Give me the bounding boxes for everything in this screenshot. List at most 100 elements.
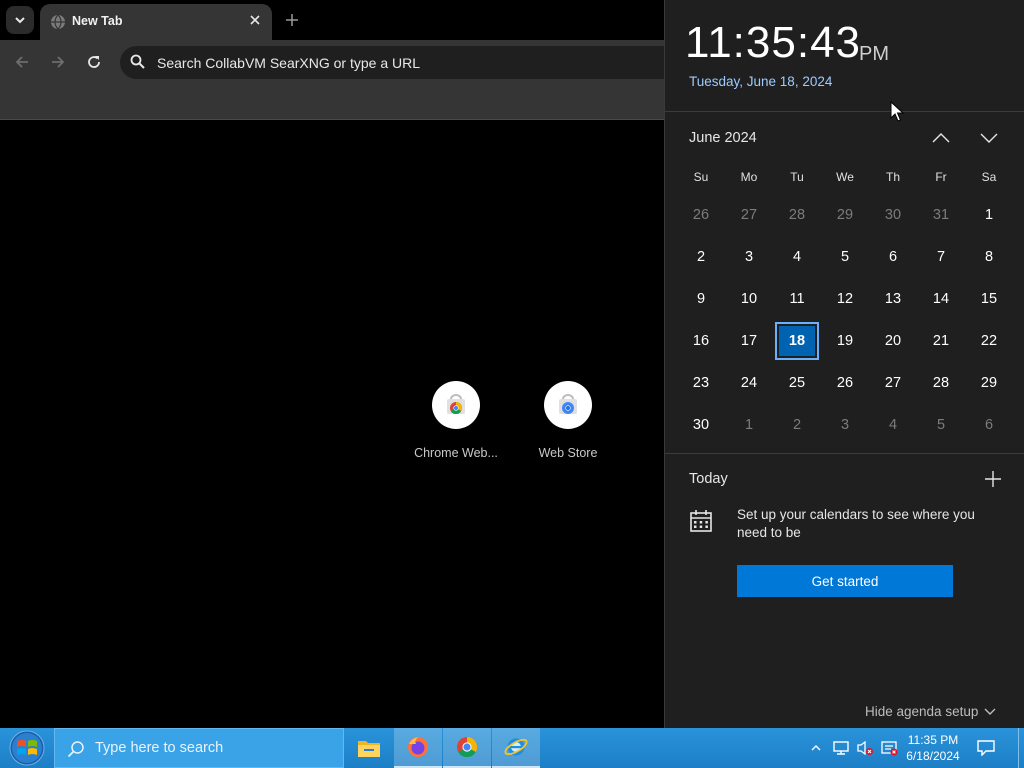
calendar-day[interactable]: 7 — [917, 236, 965, 278]
reload-icon — [88, 56, 100, 68]
calendar-day-today[interactable]: 18 — [773, 320, 821, 362]
calendar-day[interactable]: 2 — [773, 404, 821, 446]
calendar-day[interactable]: 6 — [869, 236, 917, 278]
notification-icon — [977, 740, 995, 756]
calendar-day-number: 28 — [788, 207, 806, 223]
firefox-icon — [408, 737, 428, 757]
agenda-title: Today — [689, 471, 728, 487]
tab-search-button[interactable] — [6, 6, 34, 34]
calendar-day[interactable]: 21 — [917, 320, 965, 362]
address-bar-placeholder: Search CollabVM SearXNG or type a URL — [157, 55, 420, 71]
new-tab-button[interactable] — [282, 10, 302, 30]
calendar-day[interactable]: 1 — [725, 404, 773, 446]
bookmark-bar — [0, 84, 664, 120]
taskbar-chrome[interactable] — [443, 728, 491, 768]
calendar-day[interactable]: 5 — [821, 236, 869, 278]
calendar-day-number: 27 — [740, 207, 758, 223]
chrome-web-store-icon — [447, 394, 465, 415]
calendar-day-number: 19 — [836, 333, 854, 349]
calendar-day[interactable]: 31 — [917, 194, 965, 236]
start-button[interactable] — [0, 728, 54, 768]
tray-overflow-icon — [811, 745, 821, 751]
calendar-day[interactable]: 2 — [677, 236, 725, 278]
tray-network[interactable] — [830, 728, 852, 768]
calendar-day[interactable]: 11 — [773, 278, 821, 320]
back-button[interactable] — [10, 50, 34, 74]
calendar-day[interactable]: 16 — [677, 320, 725, 362]
clock-ampm: PM — [859, 43, 889, 65]
address-bar[interactable]: Search CollabVM SearXNG or type a URL — [120, 46, 680, 79]
mouse-cursor-icon — [890, 101, 904, 122]
calendar-day[interactable]: 29 — [821, 194, 869, 236]
calendar-day-number: 21 — [932, 333, 950, 349]
calendar-day-number: 1 — [984, 207, 994, 223]
reload-button[interactable] — [82, 50, 106, 74]
taskbar-firefox[interactable] — [394, 728, 442, 768]
month-label[interactable]: June 2024 — [689, 130, 757, 146]
calendar-day[interactable]: 3 — [725, 236, 773, 278]
clock-date-link[interactable]: Tuesday, June 18, 2024 — [689, 74, 832, 89]
calendar-day[interactable]: 3 — [821, 404, 869, 446]
tray-action-center-alert[interactable] — [878, 728, 900, 768]
calendar-day[interactable]: 17 — [725, 320, 773, 362]
calendar-day[interactable]: 8 — [965, 236, 1013, 278]
weekday-label: Th — [885, 170, 900, 184]
previous-month-button[interactable] — [929, 128, 953, 148]
calendar-day[interactable]: 14 — [917, 278, 965, 320]
calendar-day[interactable]: 1 — [965, 194, 1013, 236]
forward-button[interactable] — [46, 50, 70, 74]
taskbar-file-explorer[interactable] — [345, 728, 393, 768]
calendar-day[interactable]: 4 — [773, 236, 821, 278]
next-month-button[interactable] — [977, 128, 1001, 148]
calendar-day[interactable]: 30 — [677, 404, 725, 446]
back-arrow-icon — [15, 56, 28, 68]
calendar-day[interactable]: 15 — [965, 278, 1013, 320]
calendar-icon — [690, 510, 712, 532]
calendar-day[interactable]: 30 — [869, 194, 917, 236]
browser-window: New Tab Search CollabVM SearXNG or type … — [0, 0, 680, 728]
shortcut-chrome-web-store[interactable]: Chrome Web... — [406, 381, 506, 460]
hide-agenda-label: Hide agenda setup — [865, 704, 979, 719]
hide-agenda-button[interactable]: Hide agenda setup — [865, 704, 996, 719]
calendar-day[interactable]: 29 — [965, 362, 1013, 404]
calendar-day[interactable]: 28 — [917, 362, 965, 404]
taskbar: Type here to search 11:35 PM 6/18/2024 — [0, 728, 1024, 768]
calendar-day[interactable]: 27 — [869, 362, 917, 404]
calendar-day[interactable]: 12 — [821, 278, 869, 320]
close-tab-button[interactable] — [246, 11, 264, 29]
calendar-day[interactable]: 28 — [773, 194, 821, 236]
calendar-day[interactable]: 25 — [773, 362, 821, 404]
tray-volume[interactable] — [854, 728, 876, 768]
agenda-message: Set up your calendars to see where you n… — [737, 507, 975, 540]
taskbar-search-box[interactable]: Type here to search — [54, 728, 344, 768]
calendar-day[interactable]: 26 — [821, 362, 869, 404]
calendar-day-number: 13 — [884, 291, 902, 307]
calendar-day[interactable]: 23 — [677, 362, 725, 404]
calendar-day[interactable]: 26 — [677, 194, 725, 236]
calendar-day[interactable]: 10 — [725, 278, 773, 320]
calendar-day[interactable]: 6 — [965, 404, 1013, 446]
calendar-day[interactable]: 24 — [725, 362, 773, 404]
calendar-day[interactable]: 5 — [917, 404, 965, 446]
calendar-day[interactable]: 22 — [965, 320, 1013, 362]
tab-new-tab[interactable]: New Tab — [40, 4, 272, 40]
shortcut-web-store[interactable]: Web Store — [518, 381, 618, 460]
calendar-day[interactable]: 13 — [869, 278, 917, 320]
show-desktop-button[interactable] — [1018, 728, 1024, 768]
tray-overflow-button[interactable] — [808, 728, 824, 768]
taskbar-clock[interactable]: 11:35 PM 6/18/2024 — [898, 732, 968, 764]
calendar-day[interactable]: 19 — [821, 320, 869, 362]
calendar-day[interactable]: 4 — [869, 404, 917, 446]
calendar-day[interactable]: 20 — [869, 320, 917, 362]
notifications-button[interactable] — [972, 728, 1000, 768]
shortcut-label: Chrome Web... — [414, 446, 498, 460]
calendar-week-row: 23 24 25 26 27 28 29 — [677, 362, 1013, 404]
tab-strip: New Tab — [0, 0, 664, 40]
clock-time: 11:35:43 — [685, 18, 862, 67]
calendar-day[interactable]: 9 — [677, 278, 725, 320]
taskbar-internet-explorer[interactable] — [492, 728, 540, 768]
add-event-button[interactable] — [983, 469, 1003, 489]
get-started-button[interactable]: Get started — [737, 565, 953, 597]
calendar-day[interactable]: 27 — [725, 194, 773, 236]
calendar-day-number: 29 — [980, 375, 998, 391]
